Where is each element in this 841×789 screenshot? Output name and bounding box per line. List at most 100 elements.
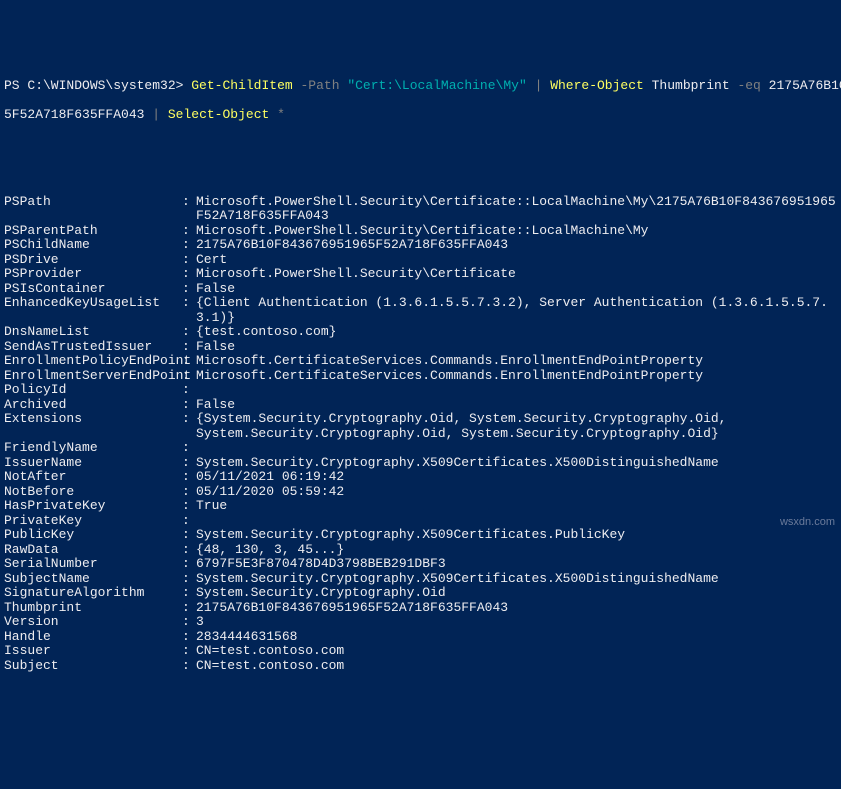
property-value: False bbox=[196, 340, 837, 355]
property-sep: : bbox=[182, 630, 196, 645]
property-row: PSPath: Microsoft.PowerShell.Security\Ce… bbox=[4, 195, 837, 224]
terminal-output[interactable]: PS C:\WINDOWS\system32> Get-ChildItem -P… bbox=[4, 64, 837, 688]
watermark: wsxdn.com bbox=[780, 515, 835, 530]
property-value: Microsoft.CertificateServices.Commands.E… bbox=[196, 354, 837, 369]
property-key: Extensions bbox=[4, 412, 182, 427]
property-key: Subject bbox=[4, 659, 182, 674]
property-sep: : bbox=[182, 224, 196, 239]
property-value bbox=[196, 514, 837, 529]
property-sep: : bbox=[182, 499, 196, 514]
property-row: NotBefore: 05/11/2020 05:59:42 bbox=[4, 485, 837, 500]
property-key: PSDrive bbox=[4, 253, 182, 268]
property-sep: : bbox=[182, 572, 196, 587]
property-row: PSChildName: 2175A76B10F843676951965F52A… bbox=[4, 238, 837, 253]
param-path: -Path bbox=[300, 78, 339, 93]
property-sep: : bbox=[182, 325, 196, 340]
ps-prompt: PS C:\WINDOWS\system32> bbox=[4, 78, 183, 93]
command-line-2: 5F52A718F635FFA043 | Select-Object * bbox=[4, 108, 837, 123]
property-sep: : bbox=[182, 282, 196, 297]
property-sep: : bbox=[182, 543, 196, 558]
property-sep: : bbox=[182, 644, 196, 659]
property-sep: : bbox=[182, 398, 196, 413]
op-eq: -eq bbox=[737, 78, 760, 93]
property-value: 2834444631568 bbox=[196, 630, 837, 645]
property-sep: : bbox=[182, 296, 196, 325]
arg-path: "Cert:\LocalMachine\My" bbox=[347, 78, 526, 93]
property-sep: : bbox=[182, 528, 196, 543]
property-key: PolicyId bbox=[4, 383, 182, 398]
property-value: False bbox=[196, 398, 837, 413]
property-value: CN=test.contoso.com bbox=[196, 659, 837, 674]
property-row: Subject: CN=test.contoso.com bbox=[4, 659, 837, 674]
property-row: PrivateKey: bbox=[4, 514, 837, 529]
property-value: 05/11/2020 05:59:42 bbox=[196, 485, 837, 500]
property-value: {48, 130, 3, 45...} bbox=[196, 543, 837, 558]
property-sep: : bbox=[182, 456, 196, 471]
property-sep: : bbox=[182, 267, 196, 282]
property-sep: : bbox=[182, 557, 196, 572]
property-value-cont: System.Security.Cryptography.Oid, System… bbox=[4, 427, 837, 442]
property-value: False bbox=[196, 282, 837, 297]
property-key: PSChildName bbox=[4, 238, 182, 253]
property-row: Archived: False bbox=[4, 398, 837, 413]
property-key: RawData bbox=[4, 543, 182, 558]
property-key: EnhancedKeyUsageList bbox=[4, 296, 182, 325]
property-value: {test.contoso.com} bbox=[196, 325, 837, 340]
property-key: PSParentPath bbox=[4, 224, 182, 239]
property-key: SerialNumber bbox=[4, 557, 182, 572]
cmdlet-select-object: Select-Object bbox=[168, 107, 269, 122]
property-row: IssuerName: System.Security.Cryptography… bbox=[4, 456, 837, 471]
property-value: {Client Authentication (1.3.6.1.5.5.7.3.… bbox=[196, 296, 837, 325]
cmdlet-get-childitem: Get-ChildItem bbox=[191, 78, 292, 93]
property-key: Handle bbox=[4, 630, 182, 645]
property-key: SubjectName bbox=[4, 572, 182, 587]
wildcard: * bbox=[277, 107, 285, 122]
property-key: NotAfter bbox=[4, 470, 182, 485]
property-key: Version bbox=[4, 615, 182, 630]
property-value: Microsoft.PowerShell.Security\Certificat… bbox=[196, 224, 837, 239]
property-list: PSPath: Microsoft.PowerShell.Security\Ce… bbox=[4, 195, 837, 674]
property-value: 3 bbox=[196, 615, 837, 630]
property-sep: : bbox=[182, 659, 196, 674]
property-row: Extensions: {System.Security.Cryptograph… bbox=[4, 412, 837, 427]
property-row: NotAfter: 05/11/2021 06:19:42 bbox=[4, 470, 837, 485]
property-key: PrivateKey bbox=[4, 514, 182, 529]
property-row: SubjectName: System.Security.Cryptograph… bbox=[4, 572, 837, 587]
property-sep: : bbox=[182, 238, 196, 253]
property-value: Microsoft.PowerShell.Security\Certificat… bbox=[196, 267, 837, 282]
property-key: Archived bbox=[4, 398, 182, 413]
property-sep: : bbox=[182, 514, 196, 529]
property-row: Issuer: CN=test.contoso.com bbox=[4, 644, 837, 659]
property-value bbox=[196, 441, 837, 456]
property-sep: : bbox=[182, 412, 196, 427]
property-row: SignatureAlgorithm: System.Security.Cryp… bbox=[4, 586, 837, 601]
property-row: Version: 3 bbox=[4, 615, 837, 630]
property-key: PSIsContainer bbox=[4, 282, 182, 297]
property-sep: : bbox=[182, 253, 196, 268]
property-key: IssuerName bbox=[4, 456, 182, 471]
property-row: PSParentPath: Microsoft.PowerShell.Secur… bbox=[4, 224, 837, 239]
property-sep: : bbox=[182, 195, 196, 224]
property-key: NotBefore bbox=[4, 485, 182, 500]
property-value: Cert bbox=[196, 253, 837, 268]
property-row: RawData: {48, 130, 3, 45...} bbox=[4, 543, 837, 558]
property-sep: : bbox=[182, 601, 196, 616]
property-row: SerialNumber: 6797F5E3F870478D4D3798BEB2… bbox=[4, 557, 837, 572]
thumbprint-value-1: 2175A76B10F84367695196 bbox=[769, 78, 841, 93]
property-value: System.Security.Cryptography.X509Certifi… bbox=[196, 572, 837, 587]
pipe-2: | bbox=[152, 107, 160, 122]
property-row: DnsNameList: {test.contoso.com} bbox=[4, 325, 837, 340]
property-sep: : bbox=[182, 615, 196, 630]
property-value: True bbox=[196, 499, 837, 514]
property-row: PolicyId: bbox=[4, 383, 837, 398]
property-sep: : bbox=[182, 369, 196, 384]
property-key: SignatureAlgorithm bbox=[4, 586, 182, 601]
property-value: 2175A76B10F843676951965F52A718F635FFA043 bbox=[196, 601, 837, 616]
property-key: FriendlyName bbox=[4, 441, 182, 456]
property-sep: : bbox=[182, 340, 196, 355]
property-row: PSDrive: Cert bbox=[4, 253, 837, 268]
property-value: {System.Security.Cryptography.Oid, Syste… bbox=[196, 412, 837, 427]
thumbprint-value-2: 5F52A718F635FFA043 bbox=[4, 107, 144, 122]
property-key: SendAsTrustedIssuer bbox=[4, 340, 182, 355]
property-value: System.Security.Cryptography.Oid bbox=[196, 586, 837, 601]
